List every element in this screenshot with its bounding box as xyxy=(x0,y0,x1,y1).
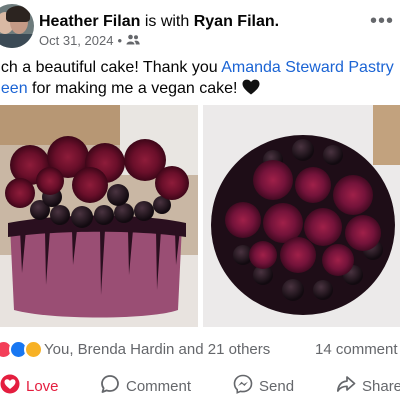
reactions-summary[interactable]: You, Brenda Hardin and 21 others xyxy=(44,341,270,358)
reaction-icons[interactable] xyxy=(0,340,43,359)
messenger-icon xyxy=(233,374,253,398)
meta-separator: • xyxy=(117,33,123,48)
send-label: Send xyxy=(259,377,295,395)
caption-text-tail: for making me a vegan cake! xyxy=(27,80,242,97)
send-button[interactable]: Send xyxy=(233,374,294,398)
friends-icon xyxy=(126,33,140,48)
action-bar: Love Comment Send Share xyxy=(0,370,400,400)
post-date[interactable]: Oct 31, 2024 xyxy=(39,33,113,48)
share-button[interactable]: Share xyxy=(336,374,400,398)
comment-button[interactable]: Comment xyxy=(100,374,191,398)
reactions-bar: You, Brenda Hardin and 21 others 14 comm… xyxy=(0,339,400,361)
comment-icon xyxy=(100,374,120,398)
black-heart-icon xyxy=(242,79,260,101)
caption-mention-link-cont[interactable]: ueen xyxy=(0,80,28,97)
share-icon xyxy=(336,374,356,398)
post-meta: Oct 31, 2024 • xyxy=(39,33,140,48)
with-text: is with xyxy=(144,13,190,30)
share-label: Share xyxy=(362,377,400,395)
post-header: Heather Filan is with Ryan Filan. Oct 31… xyxy=(0,0,400,56)
caption-text-lead: uch a beautiful cake! Thank you xyxy=(0,59,222,76)
love-label: Love xyxy=(26,377,59,395)
author-avatar[interactable] xyxy=(0,4,34,48)
comments-count[interactable]: 14 comment xyxy=(315,341,398,358)
heart-icon xyxy=(0,374,20,398)
author-name[interactable]: Heather Filan xyxy=(39,13,140,30)
more-options-icon[interactable]: ••• xyxy=(370,10,394,33)
tagged-name[interactable]: Ryan Filan. xyxy=(194,13,279,30)
love-button[interactable]: Love xyxy=(0,374,59,398)
caption-mention-link[interactable]: Amanda Steward Pastry xyxy=(221,59,394,76)
comment-label: Comment xyxy=(126,377,192,395)
cake-photo-top[interactable] xyxy=(203,105,400,327)
post-caption: uch a beautiful cake! Thank you Amanda S… xyxy=(0,57,400,101)
wow-reaction-icon xyxy=(24,340,43,359)
cake-photo-side[interactable] xyxy=(0,105,198,327)
author-line: Heather Filan is with Ryan Filan. xyxy=(39,12,279,32)
